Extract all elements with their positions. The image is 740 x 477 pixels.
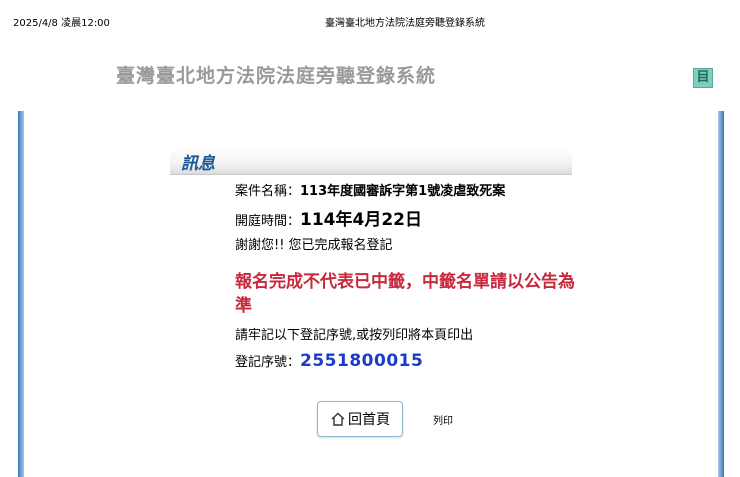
serial-value: 2551800015	[300, 351, 424, 371]
home-button-label: 回首頁	[348, 412, 390, 428]
message-heading: 訊息	[181, 154, 215, 174]
case-label: 案件名稱：	[235, 184, 301, 199]
remember-text: 請牢記以下登記序號,或按列印將本頁印出	[235, 328, 474, 343]
serial-label: 登記序號：	[235, 355, 301, 370]
case-row: 案件名稱：113年度國審訴字第1號凌虐致死案	[235, 180, 505, 199]
serial-row: 登記序號：2551800015	[235, 351, 423, 371]
print-header: 2025/4/8 凌晨12:00 臺灣臺北地方法院法庭旁聽登錄系統	[0, 0, 740, 40]
home-button[interactable]: 回首頁	[317, 401, 403, 437]
date-row: 開庭時間：114年4月22日	[235, 205, 422, 230]
home-icon	[330, 411, 346, 427]
date-value: 114年4月22日	[300, 210, 422, 230]
message-panel-header: 訊息	[170, 148, 572, 175]
thanks-text: 謝謝您!! 您已完成報名登記	[235, 238, 393, 253]
site-title: 臺灣臺北地方法院法庭旁聽登錄系統	[116, 65, 437, 87]
menu-icon[interactable]: 目	[693, 68, 713, 88]
print-link[interactable]: 列印	[433, 412, 453, 427]
right-border-rail	[718, 111, 724, 477]
warning-text: 報名完成不代表已中籤，中籤名單請以公告為準	[235, 272, 575, 316]
case-value: 113年度國審訴字第1號凌虐致死案	[300, 184, 506, 199]
date-label: 開庭時間：	[235, 214, 301, 229]
print-page-title: 臺灣臺北地方法院法庭旁聽登錄系統	[325, 18, 485, 29]
left-border-rail	[18, 111, 24, 477]
